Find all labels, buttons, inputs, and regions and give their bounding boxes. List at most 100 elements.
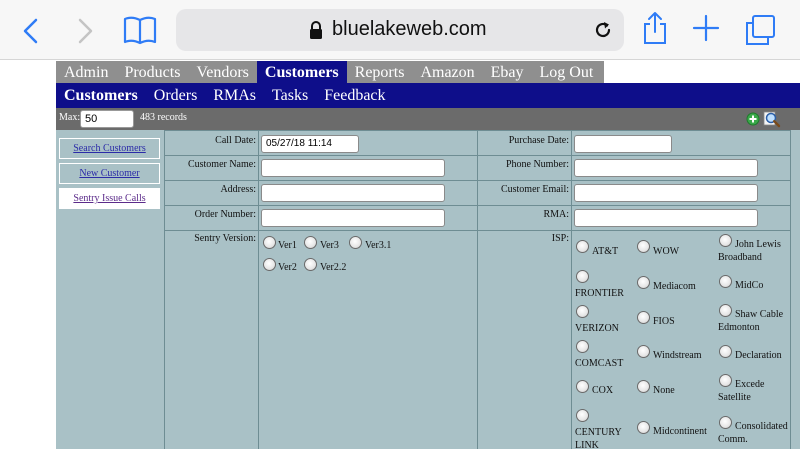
radio-fios[interactable] xyxy=(637,311,650,324)
grid-line xyxy=(258,130,259,449)
list-toolbar: Max: 50 483 records xyxy=(56,108,800,130)
radio-midco-label: MidCo xyxy=(735,280,764,291)
grid-line xyxy=(477,130,478,449)
grid-line xyxy=(790,130,791,449)
customer-email-input[interactable] xyxy=(574,184,758,202)
radio-comcast[interactable] xyxy=(576,340,589,353)
address-bar[interactable]: bluelakeweb.com xyxy=(176,9,624,51)
rma-label: RMA: xyxy=(543,209,569,220)
phone-number-input[interactable] xyxy=(574,159,758,177)
radio-wow-label: WOW xyxy=(653,246,680,257)
radio-ver2-2-label: Ver2.2 xyxy=(320,262,347,273)
magnifier-icon[interactable] xyxy=(763,110,781,128)
radio-ver1-label: Ver1 xyxy=(278,240,297,251)
subnav-tasks[interactable]: Tasks xyxy=(264,83,316,108)
sidebar-new-customer[interactable]: New Customer xyxy=(59,163,160,184)
radio-cox[interactable] xyxy=(576,380,589,393)
max-input[interactable]: 50 xyxy=(80,110,134,128)
isp-label: ISP: xyxy=(551,233,569,244)
radio-none-label: None xyxy=(653,385,675,396)
nav-logout[interactable]: Log Out xyxy=(532,61,602,83)
radio-century-link-label: CENTURY LINK xyxy=(575,427,622,449)
purchase-date-input[interactable] xyxy=(574,135,672,153)
radio-ver2-label: Ver2 xyxy=(278,262,297,273)
radio-att-label: AT&T xyxy=(592,246,619,257)
sentry-version-label: Sentry Version: xyxy=(194,233,256,244)
radio-verizon-label: VERIZON xyxy=(575,323,619,334)
phone-number-label: Phone Number: xyxy=(505,159,569,170)
grid-line xyxy=(164,205,791,206)
nav-customers[interactable]: Customers xyxy=(256,61,347,83)
nav-reports[interactable]: Reports xyxy=(347,61,413,83)
radio-mediacom[interactable] xyxy=(637,276,650,289)
add-icon[interactable] xyxy=(746,112,760,126)
radio-consolidated-label: Consolidated Comm. xyxy=(718,421,788,445)
grid-line xyxy=(571,130,572,449)
radio-windstream-label: Windstream xyxy=(653,350,702,361)
grid-line xyxy=(164,130,165,449)
radio-shaw-label: Shaw Cable Edmonton xyxy=(718,309,784,333)
radio-century-link[interactable] xyxy=(576,409,589,422)
radio-frontier[interactable] xyxy=(576,270,589,283)
radio-cox-label: COX xyxy=(592,385,614,396)
record-count: 483 records xyxy=(140,112,187,123)
radio-ver3-1-label: Ver3.1 xyxy=(365,240,392,251)
radio-ver2-2[interactable] xyxy=(304,258,317,271)
radio-declaration[interactable] xyxy=(719,345,732,358)
nav-vendors[interactable]: Vendors xyxy=(188,61,256,83)
lock-icon xyxy=(308,20,324,40)
reload-icon[interactable] xyxy=(592,19,614,41)
radio-john-lewis-label: John Lewis Broadband xyxy=(718,239,781,263)
sidebar-search-customers[interactable]: Search Customers xyxy=(59,138,160,159)
radio-midco[interactable] xyxy=(719,275,732,288)
address-label: Address: xyxy=(220,184,256,195)
nav-ebay[interactable]: Ebay xyxy=(483,61,532,83)
nav-products[interactable]: Products xyxy=(116,61,188,83)
nav-admin[interactable]: Admin xyxy=(56,61,116,83)
main-nav: Admin Products Vendors Customers Reports… xyxy=(56,61,604,83)
url-text: bluelakeweb.com xyxy=(332,18,487,40)
customer-email-label: Customer Email: xyxy=(500,184,569,195)
purchase-date-label: Purchase Date: xyxy=(508,135,569,146)
radio-none[interactable] xyxy=(637,380,650,393)
call-date-input[interactable]: 05/27/18 11:14 xyxy=(261,135,359,153)
radio-comcast-label: COMCAST xyxy=(575,358,624,369)
address-input[interactable] xyxy=(261,184,445,202)
radio-ver2[interactable] xyxy=(263,258,276,271)
new-tab-icon[interactable] xyxy=(692,14,720,42)
subnav-customers[interactable]: Customers xyxy=(56,83,146,108)
bookmarks-icon[interactable] xyxy=(122,14,158,46)
app-container: Admin Products Vendors Customers Reports… xyxy=(56,61,800,449)
radio-att[interactable] xyxy=(576,240,589,253)
subnav-rmas[interactable]: RMAs xyxy=(205,83,264,108)
rma-input[interactable] xyxy=(574,209,758,227)
sidebar-sentry-issue-calls[interactable]: Sentry Issue Calls xyxy=(59,188,160,209)
grid-line xyxy=(164,230,791,231)
nav-amazon[interactable]: Amazon xyxy=(412,61,482,83)
browser-toolbar: bluelakeweb.com xyxy=(0,0,800,60)
subnav-orders[interactable]: Orders xyxy=(146,83,206,108)
subnav-feedback[interactable]: Feedback xyxy=(316,83,393,108)
radio-ver3-1[interactable] xyxy=(349,236,362,249)
max-label: Max: xyxy=(59,112,81,123)
radio-midcontinent[interactable] xyxy=(637,421,650,434)
tabs-icon[interactable] xyxy=(744,14,776,46)
radio-declaration-label: Declaration xyxy=(735,350,782,361)
sub-nav: Customers Orders RMAs Tasks Feedback xyxy=(56,83,800,108)
order-number-input[interactable] xyxy=(261,209,445,227)
radio-verizon[interactable] xyxy=(576,305,589,318)
radio-mediacom-label: Mediacom xyxy=(653,281,696,292)
share-icon[interactable] xyxy=(640,10,670,46)
back-icon[interactable] xyxy=(18,14,44,48)
radio-ver1[interactable] xyxy=(263,236,276,249)
forward-icon[interactable] xyxy=(72,14,98,48)
sidebar: Search Customers New Customer Sentry Iss… xyxy=(56,130,164,449)
radio-wow[interactable] xyxy=(637,240,650,253)
radio-windstream[interactable] xyxy=(637,345,650,358)
grid-line xyxy=(164,130,791,131)
radio-excede-label: Excede Satellite xyxy=(718,379,765,403)
order-number-label: Order Number: xyxy=(194,209,256,220)
customer-name-input[interactable] xyxy=(261,159,445,177)
radio-ver3-label: Ver3 xyxy=(320,240,339,251)
radio-ver3[interactable] xyxy=(304,236,317,249)
